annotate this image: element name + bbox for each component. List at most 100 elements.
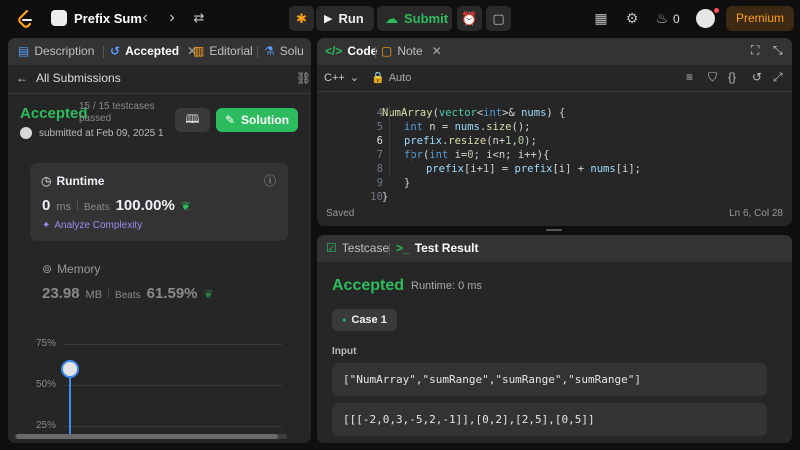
leaf-icon: ❦ (203, 287, 214, 301)
user-avatar-marker[interactable] (61, 360, 79, 378)
gear-icon[interactable]: ⚙ (624, 10, 640, 26)
runtime-value-row: 0 ms Beats 100.00% ❦ (42, 197, 191, 214)
left-panel: ▤ Description ↺ Accepted ✕ ▥ Editorial ⚗… (8, 38, 311, 443)
notes-button[interactable]: ▢ (486, 6, 511, 31)
bug-icon: ✱ (296, 10, 307, 26)
memory-beats-value: 61.59% (146, 285, 198, 302)
memory-title: ⊚ Memory (42, 262, 100, 276)
back-label: All Submissions (36, 71, 121, 85)
code-line: 4 NumArray(vector<int>& nums) { (317, 92, 792, 119)
leetcode-logo-icon[interactable] (16, 9, 34, 29)
runtime-beats-label: Beats (84, 202, 110, 213)
divider (108, 288, 110, 298)
play-icon: ▶ (324, 13, 333, 25)
language-select[interactable]: C++ ⌄ (324, 71, 359, 85)
result-runtime: Runtime: 0 ms (411, 280, 482, 292)
runtime-title-label: Runtime (56, 174, 105, 188)
run-label: Run (338, 11, 364, 26)
solution-label: Solution (241, 113, 290, 127)
indent-guide (389, 106, 390, 176)
minimize-icon[interactable]: ⤡ (773, 43, 783, 58)
chart-label-75: 75% (36, 338, 57, 349)
flask-icon: ⚗ (264, 44, 275, 58)
analyze-complexity-link[interactable]: ✦ Analyze Complexity (42, 220, 142, 231)
tab-description-label: Description (34, 44, 95, 58)
tab-accepted[interactable]: ↺ Accepted ✕ (110, 44, 197, 58)
memory-value-row: 23.98 MB Beats 61.59% ❦ (42, 285, 214, 302)
debug-button[interactable]: ✱ (289, 6, 314, 31)
divider (77, 200, 79, 210)
format-icon[interactable]: ≡ (686, 70, 693, 84)
gridline (64, 344, 282, 345)
tab-note-label: Note (397, 44, 423, 58)
info-icon[interactable]: ⓘ (264, 172, 276, 189)
submit-button[interactable]: ☁ Submit (377, 6, 452, 31)
sparkle-icon: ✦ (42, 220, 51, 231)
tab-test-result[interactable]: >_ Test Result (396, 241, 478, 255)
tab-solutions-label: Solu (279, 44, 304, 58)
alarm-clock-button[interactable]: ⏰ (457, 6, 482, 31)
code-editor[interactable]: 4 NumArray(vector<int>& nums) { 5 int n = … (317, 92, 792, 203)
shuffle-icon[interactable]: ⇄ (190, 9, 208, 27)
streak-count: 0 (673, 12, 680, 26)
runtime-card: ◷ Runtime ⓘ 0 ms Beats 100.00% ❦ ✦ Analy… (30, 163, 288, 241)
tab-code-label: Code (347, 44, 378, 58)
bookmark-icon[interactable]: ⛉ (708, 70, 717, 85)
problem-list-icon[interactable] (51, 10, 67, 26)
analyze-label: Analyze Complexity (54, 220, 143, 231)
cursor-position: Ln 6, Col 28 (729, 208, 783, 219)
memory-beats-label: Beats (115, 290, 141, 301)
tab-editorial[interactable]: ▥ Editorial (193, 44, 253, 58)
runtime-title: ◷ Runtime (41, 174, 104, 188)
leaf-icon: ❦ (180, 199, 191, 213)
indent-guide (411, 148, 412, 162)
case-label: Case 1 (351, 314, 387, 326)
notebook-button[interactable]: 🕮 (175, 108, 210, 132)
tab-divider (257, 46, 258, 58)
code-line: 10} (317, 176, 792, 203)
back-to-submissions[interactable]: ← All Submissions (16, 71, 121, 85)
scrollbar-thumb[interactable] (16, 434, 278, 439)
next-problem-button[interactable]: › (163, 9, 181, 27)
tab-testcase-label: Testcase (341, 241, 390, 255)
runtime-value: 0 (42, 197, 51, 214)
chart-bar (69, 378, 71, 438)
fullscreen-icon[interactable]: ⤢ (773, 70, 783, 85)
runtime-unit: ms (56, 201, 72, 213)
auto-mode-toggle[interactable]: 🔒 Auto (371, 71, 411, 85)
tab-note[interactable]: ▢ Note ✕ (381, 44, 442, 58)
tab-code[interactable]: </> Code (325, 44, 377, 58)
premium-button[interactable]: Premium (726, 6, 794, 31)
avatar[interactable] (696, 9, 715, 28)
reset-icon[interactable]: ↺ (752, 70, 762, 84)
memory-value: 23.98 (42, 285, 80, 302)
chip-icon: ⊚ (42, 262, 53, 276)
layout-grid-icon[interactable]: ▦ (593, 10, 609, 26)
panel-resize-handle[interactable] (546, 229, 562, 231)
tab-editorial-label: Editorial (209, 44, 253, 58)
tab-description[interactable]: ▤ Description (18, 44, 94, 58)
cloud-upload-icon: ☁ (385, 10, 398, 26)
fire-streak-icon[interactable]: ♨ (654, 10, 670, 26)
problem-title[interactable]: Prefix Sum (74, 11, 142, 26)
case-1-tab[interactable]: ● Case 1 (332, 309, 397, 331)
run-button[interactable]: ▶ Run (316, 6, 374, 31)
chart-label-50: 50% (36, 379, 57, 390)
user-avatar[interactable] (20, 127, 32, 139)
input-value-line-1: ["NumArray","sumRange","sumRange","sumRa… (343, 373, 642, 386)
open-book-icon: 🕮 (185, 111, 200, 126)
tab-testcase[interactable]: ☑ Testcase (326, 241, 389, 255)
link-icon[interactable]: ⛓ (296, 71, 311, 85)
prev-problem-button[interactable]: ‹ (136, 9, 154, 27)
note-icon: ▢ (492, 10, 505, 26)
tab-solutions[interactable]: ⚗ Solu (264, 44, 304, 58)
code-icon: </> (325, 44, 343, 58)
tab-divider (389, 243, 390, 255)
code-panel: </> Code ▢ Note ✕ ⛶ ⤡ C++ ⌄ 🔒 Auto ≡ ⛉ {… (317, 38, 792, 226)
close-icon[interactable]: ✕ (432, 44, 442, 58)
braces-icon[interactable]: {} (728, 70, 736, 84)
solution-button[interactable]: ✎ Solution (216, 108, 298, 132)
maximize-icon[interactable]: ⛶ (751, 43, 759, 58)
runtime-beats-value: 100.00% (115, 197, 175, 214)
top-bar: Prefix Sum ‹ › ⇄ ✱ ▶ Run ☁ Submit ⏰ ▢ ▦ … (0, 0, 800, 37)
